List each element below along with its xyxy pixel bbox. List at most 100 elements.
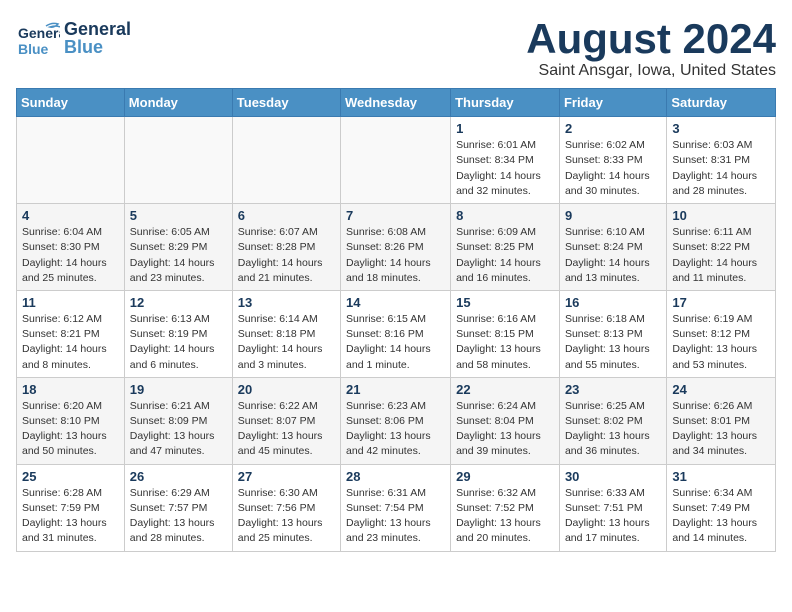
day-number: 13 bbox=[238, 295, 335, 310]
calendar-cell-w1-d7: 3Sunrise: 6:03 AM Sunset: 8:31 PM Daylig… bbox=[667, 117, 776, 204]
day-info: Sunrise: 6:02 AM Sunset: 8:33 PM Dayligh… bbox=[565, 138, 661, 199]
day-info: Sunrise: 6:25 AM Sunset: 8:02 PM Dayligh… bbox=[565, 399, 661, 460]
calendar-cell-w4-d1: 18 Sunrise: 6:20 AM Sunset: 8:10 PM Dayli… bbox=[17, 377, 125, 464]
day-number: 6 bbox=[238, 208, 335, 223]
logo-blue-text: Blue bbox=[64, 38, 131, 56]
title-block: August 2024 Saint Ansgar, Iowa, United S… bbox=[526, 16, 776, 80]
day-info: Sunrise: 6:05 AM Sunset: 8:29 PM Dayligh… bbox=[130, 225, 227, 286]
day-number: 14 bbox=[346, 295, 445, 310]
calendar-cell-w1-d6: 2 Sunrise: 6:02 AM Sunset: 8:33 PM Daylig… bbox=[559, 117, 666, 204]
header-tuesday: Tuesday bbox=[232, 89, 340, 117]
calendar-cell-w1-d5: 1 Sunrise: 6:01 AM Sunset: 8:34 PM Daylig… bbox=[451, 117, 560, 204]
day-info: Sunrise: 6:28 AM Sunset: 7:59 PM Dayligh… bbox=[22, 486, 119, 547]
week-row-4: 18 Sunrise: 6:20 AM Sunset: 8:10 PM Dayli… bbox=[17, 377, 776, 464]
day-info: Sunrise: 6:11 AM Sunset: 8:22 PM Dayligh… bbox=[672, 225, 770, 286]
logo-general-text: General bbox=[64, 20, 131, 38]
header-friday: Friday bbox=[559, 89, 666, 117]
calendar-cell-w3-d4: 14 Sunrise: 6:15 AM Sunset: 8:16 PM Dayli… bbox=[341, 290, 451, 377]
calendar-cell-w5-d5: 29Sunrise: 6:32 AM Sunset: 7:52 PM Dayli… bbox=[451, 464, 560, 551]
calendar-cell-w4-d4: 21Sunrise: 6:23 AM Sunset: 8:06 PM Dayli… bbox=[341, 377, 451, 464]
calendar-cell-w3-d1: 11 Sunrise: 6:12 AM Sunset: 8:21 PM Dayli… bbox=[17, 290, 125, 377]
day-info: Sunrise: 6:07 AM Sunset: 8:28 PM Dayligh… bbox=[238, 225, 335, 286]
calendar-cell-w2-d5: 8 Sunrise: 6:09 AM Sunset: 8:25 PM Daylig… bbox=[451, 204, 560, 291]
day-number: 23 bbox=[565, 382, 661, 397]
calendar-cell-w2-d2: 5 Sunrise: 6:05 AM Sunset: 8:29 PM Daylig… bbox=[124, 204, 232, 291]
day-number: 22 bbox=[456, 382, 554, 397]
calendar-cell-w5-d6: 30 Sunrise: 6:33 AM Sunset: 7:51 PM Dayli… bbox=[559, 464, 666, 551]
day-info: Sunrise: 6:14 AM Sunset: 8:18 PM Dayligh… bbox=[238, 312, 335, 373]
header-saturday: Saturday bbox=[667, 89, 776, 117]
calendar-cell-w4-d7: 24 Sunrise: 6:26 AM Sunset: 8:01 PM Dayli… bbox=[667, 377, 776, 464]
day-number: 18 bbox=[22, 382, 119, 397]
day-number: 11 bbox=[22, 295, 119, 310]
day-number: 12 bbox=[130, 295, 227, 310]
calendar-cell-w4-d3: 20 Sunrise: 6:22 AM Sunset: 8:07 PM Dayli… bbox=[232, 377, 340, 464]
calendar-cell-w5-d7: 31 Sunrise: 6:34 AM Sunset: 7:49 PM Dayli… bbox=[667, 464, 776, 551]
day-number: 7 bbox=[346, 208, 445, 223]
svg-text:Blue: Blue bbox=[18, 41, 49, 57]
calendar-table: SundayMondayTuesdayWednesdayThursdayFrid… bbox=[16, 88, 776, 551]
calendar-cell-w2-d3: 6 Sunrise: 6:07 AM Sunset: 8:28 PM Daylig… bbox=[232, 204, 340, 291]
calendar-cell-w5-d1: 25 Sunrise: 6:28 AM Sunset: 7:59 PM Dayli… bbox=[17, 464, 125, 551]
day-number: 8 bbox=[456, 208, 554, 223]
day-number: 2 bbox=[565, 121, 661, 136]
calendar-cell-w1-d3 bbox=[232, 117, 340, 204]
subtitle: Saint Ansgar, Iowa, United States bbox=[526, 62, 776, 80]
calendar-cell-w3-d2: 12Sunrise: 6:13 AM Sunset: 8:19 PM Dayli… bbox=[124, 290, 232, 377]
day-number: 27 bbox=[238, 469, 335, 484]
day-info: Sunrise: 6:24 AM Sunset: 8:04 PM Dayligh… bbox=[456, 399, 554, 460]
calendar-cell-w4-d6: 23 Sunrise: 6:25 AM Sunset: 8:02 PM Dayli… bbox=[559, 377, 666, 464]
calendar-cell-w1-d4 bbox=[341, 117, 451, 204]
day-number: 30 bbox=[565, 469, 661, 484]
day-info: Sunrise: 6:20 AM Sunset: 8:10 PM Dayligh… bbox=[22, 399, 119, 460]
calendar-cell-w2-d6: 9Sunrise: 6:10 AM Sunset: 8:24 PM Daylig… bbox=[559, 204, 666, 291]
day-number: 15 bbox=[456, 295, 554, 310]
calendar-cell-w2-d7: 10 Sunrise: 6:11 AM Sunset: 8:22 PM Dayli… bbox=[667, 204, 776, 291]
calendar-cell-w3-d5: 15Sunrise: 6:16 AM Sunset: 8:15 PM Dayli… bbox=[451, 290, 560, 377]
day-number: 31 bbox=[672, 469, 770, 484]
day-info: Sunrise: 6:33 AM Sunset: 7:51 PM Dayligh… bbox=[565, 486, 661, 547]
day-number: 5 bbox=[130, 208, 227, 223]
day-info: Sunrise: 6:12 AM Sunset: 8:21 PM Dayligh… bbox=[22, 312, 119, 373]
day-info: Sunrise: 6:19 AM Sunset: 8:12 PM Dayligh… bbox=[672, 312, 770, 373]
day-info: Sunrise: 6:08 AM Sunset: 8:26 PM Dayligh… bbox=[346, 225, 445, 286]
day-number: 26 bbox=[130, 469, 227, 484]
day-info: Sunrise: 6:29 AM Sunset: 7:57 PM Dayligh… bbox=[130, 486, 227, 547]
logo: General Blue GeneralBlue bbox=[16, 16, 131, 60]
day-number: 25 bbox=[22, 469, 119, 484]
week-row-1: 1 Sunrise: 6:01 AM Sunset: 8:34 PM Daylig… bbox=[17, 117, 776, 204]
calendar-cell-w5-d3: 27Sunrise: 6:30 AM Sunset: 7:56 PM Dayli… bbox=[232, 464, 340, 551]
day-number: 10 bbox=[672, 208, 770, 223]
day-number: 24 bbox=[672, 382, 770, 397]
day-info: Sunrise: 6:01 AM Sunset: 8:34 PM Dayligh… bbox=[456, 138, 554, 199]
header-monday: Monday bbox=[124, 89, 232, 117]
header-sunday: Sunday bbox=[17, 89, 125, 117]
day-info: Sunrise: 6:34 AM Sunset: 7:49 PM Dayligh… bbox=[672, 486, 770, 547]
day-number: 19 bbox=[130, 382, 227, 397]
page-header: General Blue GeneralBlue August 2024 Sai… bbox=[16, 16, 776, 80]
day-info: Sunrise: 6:10 AM Sunset: 8:24 PM Dayligh… bbox=[565, 225, 661, 286]
main-title: August 2024 bbox=[526, 16, 776, 62]
day-number: 20 bbox=[238, 382, 335, 397]
day-info: Sunrise: 6:22 AM Sunset: 8:07 PM Dayligh… bbox=[238, 399, 335, 460]
calendar-cell-w5-d4: 28Sunrise: 6:31 AM Sunset: 7:54 PM Dayli… bbox=[341, 464, 451, 551]
calendar-cell-w2-d1: 4Sunrise: 6:04 AM Sunset: 8:30 PM Daylig… bbox=[17, 204, 125, 291]
day-info: Sunrise: 6:09 AM Sunset: 8:25 PM Dayligh… bbox=[456, 225, 554, 286]
header-thursday: Thursday bbox=[451, 89, 560, 117]
week-row-2: 4Sunrise: 6:04 AM Sunset: 8:30 PM Daylig… bbox=[17, 204, 776, 291]
day-info: Sunrise: 6:04 AM Sunset: 8:30 PM Dayligh… bbox=[22, 225, 119, 286]
day-info: Sunrise: 6:31 AM Sunset: 7:54 PM Dayligh… bbox=[346, 486, 445, 547]
calendar-cell-w3-d7: 17Sunrise: 6:19 AM Sunset: 8:12 PM Dayli… bbox=[667, 290, 776, 377]
calendar-cell-w2-d4: 7 Sunrise: 6:08 AM Sunset: 8:26 PM Daylig… bbox=[341, 204, 451, 291]
calendar-cell-w4-d5: 22 Sunrise: 6:24 AM Sunset: 8:04 PM Dayli… bbox=[451, 377, 560, 464]
calendar-cell-w3-d6: 16 Sunrise: 6:18 AM Sunset: 8:13 PM Dayli… bbox=[559, 290, 666, 377]
day-info: Sunrise: 6:18 AM Sunset: 8:13 PM Dayligh… bbox=[565, 312, 661, 373]
day-info: Sunrise: 6:32 AM Sunset: 7:52 PM Dayligh… bbox=[456, 486, 554, 547]
day-number: 1 bbox=[456, 121, 554, 136]
generalblue-logo-icon: General Blue bbox=[16, 16, 60, 60]
day-number: 16 bbox=[565, 295, 661, 310]
day-info: Sunrise: 6:23 AM Sunset: 8:06 PM Dayligh… bbox=[346, 399, 445, 460]
day-info: Sunrise: 6:26 AM Sunset: 8:01 PM Dayligh… bbox=[672, 399, 770, 460]
day-info: Sunrise: 6:15 AM Sunset: 8:16 PM Dayligh… bbox=[346, 312, 445, 373]
calendar-cell-w1-d2 bbox=[124, 117, 232, 204]
